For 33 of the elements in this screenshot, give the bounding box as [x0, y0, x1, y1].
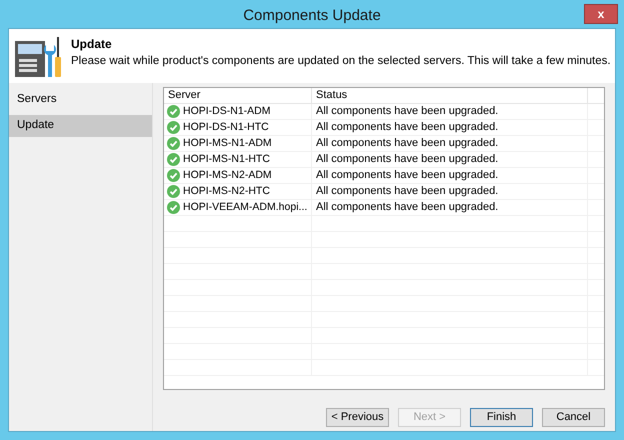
header-title: Update — [71, 36, 113, 53]
check-icon — [167, 121, 180, 134]
table-cell: HOPI-DS-N1-HTC — [164, 120, 312, 135]
dialog-button[interactable]: < Previous — [326, 408, 389, 427]
check-icon — [167, 185, 180, 198]
table-cell: All components have been upgraded. — [312, 136, 588, 151]
check-icon — [167, 153, 180, 166]
close-button[interactable]: x — [584, 4, 618, 24]
table-cell: All components have been upgraded. — [312, 152, 588, 167]
sidebar-item[interactable]: Servers — [9, 89, 152, 111]
window-title: Components Update — [243, 6, 381, 26]
check-icon — [167, 201, 180, 214]
table-cell: HOPI-MS-N1-HTC — [164, 152, 312, 167]
table-cell: HOPI-MS-N1-ADM — [164, 136, 312, 151]
check-icon — [167, 105, 180, 118]
sidebar-item[interactable]: Update — [9, 115, 152, 137]
table-cell: HOPI-DS-N1-ADM — [164, 104, 312, 119]
table-cell: All components have been upgraded. — [312, 200, 588, 215]
table-cell: HOPI-MS-N2-ADM — [164, 168, 312, 183]
table-cell: All components have been upgraded. — [312, 168, 588, 183]
table-cell: All components have been upgraded. — [312, 120, 588, 135]
table-cell: All components have been upgraded. — [312, 184, 588, 199]
column-header[interactable]: Server — [164, 88, 312, 103]
column-header[interactable]: Status — [312, 88, 588, 103]
header-description: Please wait while product's components are updated on the selected servers. This will take a few minutes. — [71, 54, 611, 69]
dialog-button[interactable]: Finish — [470, 408, 533, 427]
table-cell: All components have been upgraded. — [312, 104, 588, 119]
check-icon — [167, 137, 180, 150]
dialog-button[interactable]: Cancel — [542, 408, 605, 427]
check-icon — [167, 169, 180, 182]
table-cell: HOPI-MS-N2-HTC — [164, 184, 312, 199]
table-cell: HOPI-VEEAM-ADM.hopi... — [164, 200, 312, 215]
server-tools-icon — [13, 35, 61, 79]
